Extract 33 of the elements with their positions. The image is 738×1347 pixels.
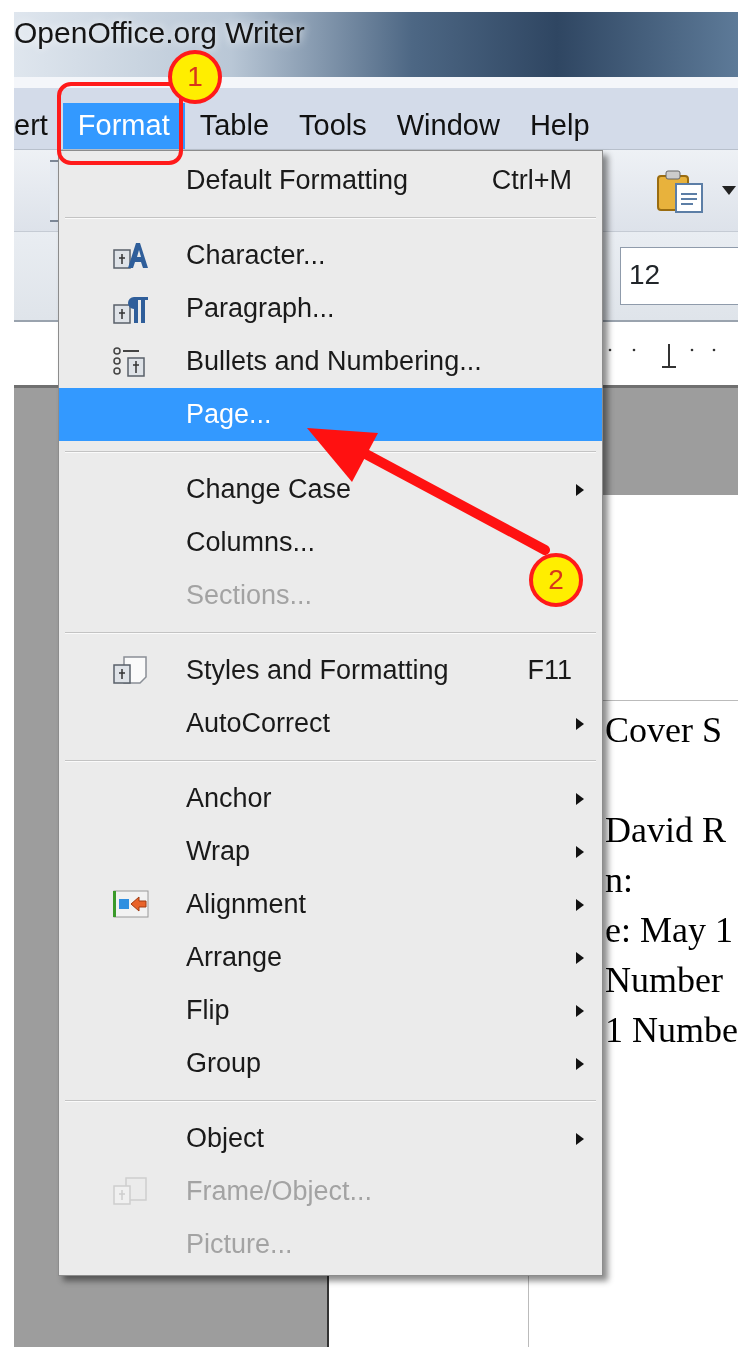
frame-icon — [111, 1175, 150, 1208]
menu-item[interactable]: Paragraph... — [59, 282, 395, 335]
menu-item[interactable]: Flip — [59, 984, 602, 1037]
document-text: David R — [605, 809, 727, 852]
menu-item[interactable]: ert — [14, 103, 63, 149]
align-icon — [111, 888, 150, 921]
menu-item[interactable]: Tools — [284, 103, 382, 149]
menu-item[interactable]: Styles and Formatting F11 — [59, 644, 602, 697]
document-text: Cover S — [605, 709, 723, 752]
menu-item[interactable]: Anchor — [59, 772, 602, 825]
document-text: 1 Numbe — [605, 1009, 738, 1052]
document-text: n: — [605, 859, 635, 902]
menu-item[interactable]: Character... — [59, 229, 386, 282]
menu-item[interactable]: Help — [514, 103, 605, 149]
paste-icon[interactable] — [656, 167, 706, 214]
menu-item[interactable]: Table — [184, 103, 284, 149]
menu-item[interactable]: Object — [59, 1112, 602, 1165]
menu-item[interactable]: Default Formatting Ctrl+M — [59, 154, 602, 207]
menu-item[interactable]: Bullets and Numbering... — [59, 335, 542, 388]
menu-item[interactable]: Alignment — [59, 878, 602, 931]
menu-item[interactable]: Window — [381, 103, 515, 149]
window-title: OpenOffice.org Writer — [14, 16, 305, 49]
document-text: e: May 1 — [605, 909, 734, 952]
menu-item[interactable]: Group — [59, 1037, 602, 1090]
menu-item[interactable]: Change Case — [59, 463, 602, 516]
menu-item[interactable]: Wrap — [59, 825, 602, 878]
document-text: Number — [605, 959, 724, 1002]
menu-item[interactable]: Arrange — [59, 931, 602, 984]
styles-icon — [111, 654, 150, 687]
font-size-field[interactable]: 12 — [620, 247, 738, 305]
menu-item[interactable]: AutoCorrect — [59, 697, 602, 750]
menu-item[interactable]: Columns... — [59, 516, 376, 569]
caret-icon[interactable] — [722, 186, 736, 195]
